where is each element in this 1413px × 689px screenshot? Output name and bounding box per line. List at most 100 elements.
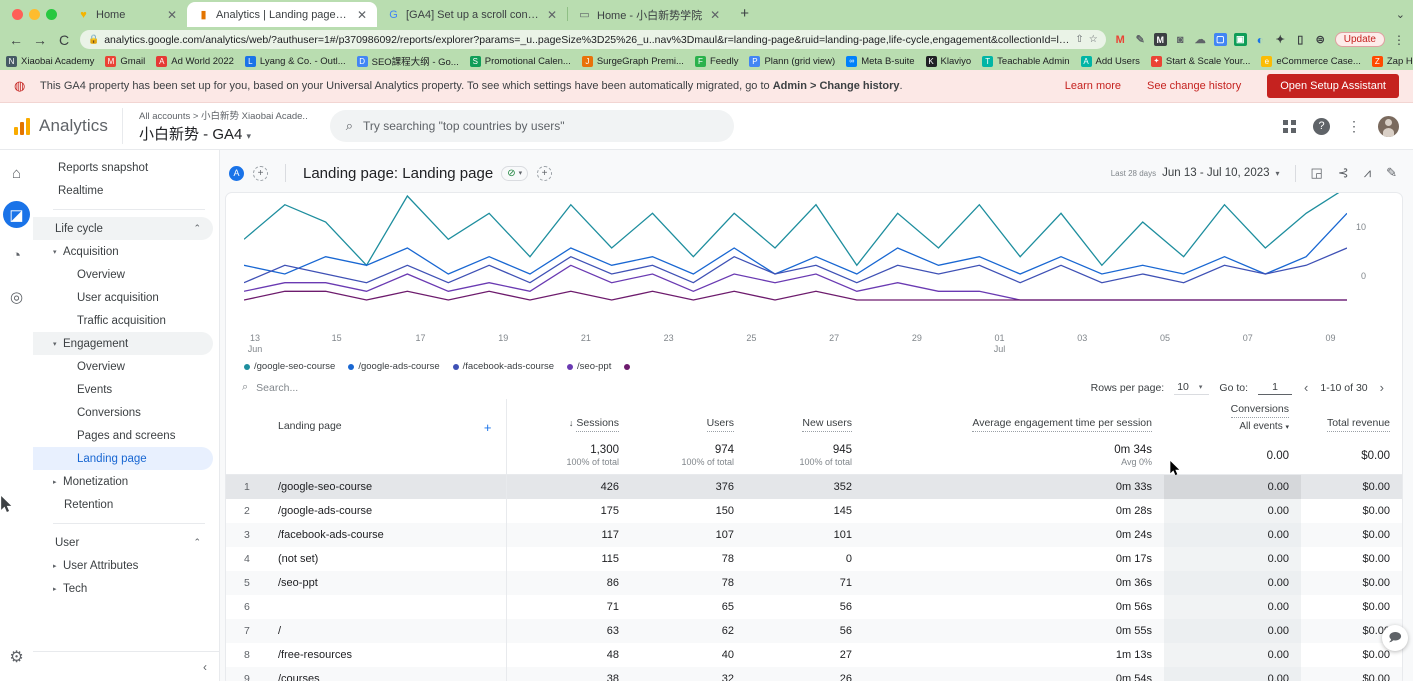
column-header-users[interactable]: Users — [631, 399, 746, 439]
legend-item[interactable]: /google-ads-course — [348, 361, 439, 372]
blue-extension-icon[interactable]: ▢ — [1214, 33, 1227, 46]
bookmark-item[interactable]: eeCommerce Case... — [1261, 56, 1360, 67]
help-circle-icon[interactable]: ? — [1313, 118, 1330, 135]
column-header-avg-engagement[interactable]: Average engagement time per session — [864, 399, 1164, 439]
sidebar-item-user-acquisition[interactable]: User acquisition — [33, 286, 213, 309]
puzzle-extension-icon[interactable]: ✦ — [1274, 33, 1287, 46]
camera-extension-icon[interactable]: ◙ — [1174, 33, 1187, 46]
bookmark-item[interactable]: DSEO課程大纲 - Go... — [357, 54, 459, 68]
sidebar-item-events[interactable]: Events — [33, 378, 213, 401]
sidebar-item-traffic-acquisition[interactable]: Traffic acquisition — [33, 309, 213, 332]
learn-more-link[interactable]: Learn more — [1065, 80, 1121, 92]
bookmark-item[interactable]: ✦Start & Scale Your... — [1151, 56, 1251, 67]
account-selector[interactable]: All accounts > 小白新势 Xiaobai Acade.. 小白新势… — [122, 108, 308, 144]
sidebar-item-engagement[interactable]: ▾Engagement — [33, 332, 213, 355]
table-row[interactable]: 7/6362560m 55s0.00$0.00 — [226, 619, 1402, 643]
open-setup-assistant-button[interactable]: Open Setup Assistant — [1267, 74, 1399, 98]
close-window-button[interactable] — [12, 9, 23, 20]
column-header-total-revenue[interactable]: Total revenue — [1301, 399, 1402, 439]
reload-button[interactable]: C — [56, 32, 72, 48]
bookmark-item[interactable]: PPlann (grid view) — [749, 56, 835, 67]
sidebar-item-user-attributes[interactable]: ▸User Attributes — [33, 554, 213, 577]
compare-icon[interactable]: ⩘ — [1364, 165, 1371, 181]
apps-grid-icon[interactable] — [1283, 120, 1296, 133]
browser-tab-2[interactable]: G [GA4] Set up a scroll conversio ✕ — [377, 2, 567, 27]
reports-icon[interactable]: ◪ — [3, 201, 30, 228]
bookmark-item[interactable]: SPromotional Calen... — [470, 56, 571, 67]
advertising-icon[interactable]: ◎ — [3, 283, 30, 310]
column-header-landing-page[interactable]: Landing page + — [266, 399, 506, 439]
minimize-window-button[interactable] — [29, 9, 40, 20]
analytics-logo[interactable]: Analytics — [14, 116, 114, 136]
gear-icon[interactable]: ⚙ — [9, 647, 23, 667]
add-comparison-button[interactable]: + — [253, 166, 268, 181]
cloud-extension-icon[interactable]: ☁ — [1194, 33, 1207, 46]
sidebar-item-tech[interactable]: ▸Tech — [33, 577, 213, 600]
bookmark-star-icon[interactable]: ☆ — [1089, 34, 1098, 45]
sidebar-item-conversions[interactable]: Conversions — [33, 401, 213, 424]
bookmark-item[interactable]: LLyang & Co. - Outl... — [245, 56, 346, 67]
column-header-new-users[interactable]: New users — [746, 399, 864, 439]
sidebar-item-acquisition[interactable]: ▾Acquisition — [33, 240, 213, 263]
sidebar-item-monetization[interactable]: ▸Monetization — [33, 470, 213, 493]
kebab-menu-icon[interactable]: ⋮ — [1347, 118, 1361, 135]
see-change-history-link[interactable]: See change history — [1147, 80, 1241, 92]
legend-item[interactable]: /google-seo-course — [244, 361, 335, 372]
edit-icon[interactable]: ✎ — [1386, 165, 1397, 181]
rows-per-page-select[interactable]: 10▾ — [1174, 381, 1209, 395]
share-page-icon[interactable]: ⇧ — [1075, 34, 1083, 45]
feedback-icon[interactable]: 🗩 — [1382, 625, 1408, 651]
chevron-right-icon[interactable]: › — [1378, 380, 1386, 395]
browser-tab-0[interactable]: ♥ Home ✕ — [67, 2, 187, 27]
window-controls[interactable] — [10, 9, 67, 27]
table-row[interactable]: 3/facebook-ads-course1171071010m 24s0.00… — [226, 523, 1402, 547]
gmail-extension-icon[interactable]: M — [1114, 33, 1127, 46]
m-extension-icon[interactable]: M — [1154, 33, 1167, 46]
pen-extension-icon[interactable]: ✎ — [1134, 33, 1147, 46]
browser-tab-1[interactable]: ▮ Analytics | Landing page: Land ✕ — [187, 2, 377, 27]
dimension-status-chip[interactable]: ⊘ ▾ — [501, 166, 528, 181]
bookmark-item[interactable]: JSurgeGraph Premi... — [582, 56, 684, 67]
table-row[interactable]: 5/seo-ppt8678710m 36s0.00$0.00 — [226, 571, 1402, 595]
update-button[interactable]: Update — [1335, 32, 1385, 47]
table-row[interactable]: 1/google-seo-course4263763520m 33s0.00$0… — [226, 475, 1402, 500]
maximize-window-button[interactable] — [46, 9, 57, 20]
explore-icon[interactable]: ◔ — [3, 242, 30, 269]
bookmark-item[interactable]: ZZap History — [1372, 56, 1413, 67]
green-extension-icon[interactable]: ▣ — [1234, 33, 1247, 46]
share-icon[interactable]: ⊰ — [1338, 165, 1349, 181]
sidebar-item-retention[interactable]: Retention — [33, 493, 213, 516]
home-icon[interactable]: ⌂ — [3, 160, 30, 187]
chrome-menu-icon[interactable]: ⋮ — [1393, 33, 1405, 47]
table-row[interactable]: 2/google-ads-course1751501450m 28s0.00$0… — [226, 499, 1402, 523]
sidebar-item-reports-snapshot[interactable]: Reports snapshot — [33, 156, 213, 179]
table-row[interactable]: 4(not set)1157800m 17s0.00$0.00 — [226, 547, 1402, 571]
bookmark-item[interactable]: MGmail — [105, 56, 145, 67]
forward-button[interactable]: → — [32, 32, 48, 48]
legend-item[interactable]: /seo-ppt — [567, 361, 611, 372]
insights-icon[interactable]: ◲ — [1311, 165, 1323, 181]
sidebar-item-engagement-overview[interactable]: Overview — [33, 355, 213, 378]
date-range-picker[interactable]: Last 28 days Jun 13 - Jul 10, 2023 ▾ — [1111, 167, 1280, 179]
chevron-left-icon[interactable]: ‹ — [1302, 380, 1310, 395]
sidebar-item-realtime[interactable]: Realtime — [33, 179, 213, 202]
table-row[interactable]: 8/free-resources4840271m 13s0.00$0.00 — [226, 643, 1402, 667]
global-search-input[interactable]: ⌕ Try searching "top countries by users" — [330, 110, 734, 142]
address-bar[interactable]: 🔒 analytics.google.com/analytics/web/?au… — [80, 30, 1106, 49]
table-row[interactable]: 9/courses3832260m 54s0.00$0.00 — [226, 667, 1402, 681]
sidebar-item-landing-page[interactable]: Landing page — [33, 447, 213, 470]
collapse-nav-button[interactable]: ‹ — [33, 651, 219, 681]
bookmark-item[interactable]: AAd World 2022 — [156, 56, 234, 67]
table-search-input[interactable]: ⌕ Search... — [242, 381, 298, 394]
tab-list-chevron-down-icon[interactable]: ⌄ — [1396, 8, 1405, 21]
bookmark-item[interactable]: FFeedly — [695, 56, 739, 67]
table-row[interactable]: 67165560m 56s0.00$0.00 — [226, 595, 1402, 619]
goto-input[interactable]: 1 — [1258, 381, 1292, 395]
bookmark-item[interactable]: KKlaviyo — [926, 56, 972, 67]
close-tab-icon[interactable]: ✕ — [708, 9, 722, 21]
bookmark-item[interactable]: AAdd Users — [1081, 56, 1140, 67]
browser-tab-3[interactable]: ▭ Home - 小白新势学院 ✕ — [568, 2, 730, 27]
c-extension-icon[interactable]: ◐ — [1254, 33, 1267, 46]
sidebar-item-acquisition-overview[interactable]: Overview — [33, 263, 213, 286]
sidebar-group-user[interactable]: User ⌃ — [33, 531, 213, 554]
